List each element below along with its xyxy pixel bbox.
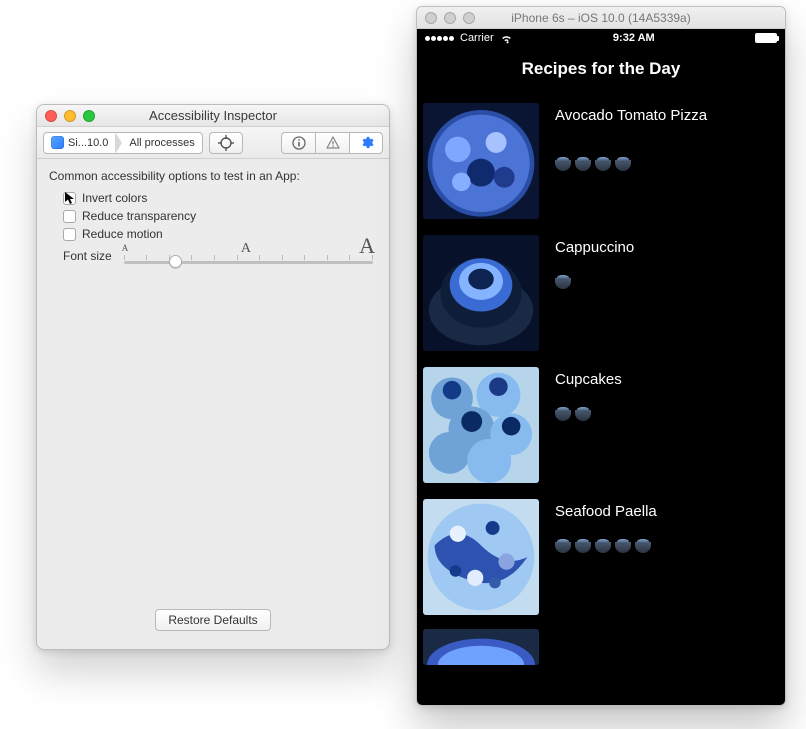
- bowl-icon: [555, 410, 571, 421]
- reduce-motion-checkbox[interactable]: [63, 228, 76, 241]
- audit-tab[interactable]: [315, 132, 349, 154]
- breadcrumb-simulator[interactable]: Si...10.0: [44, 133, 115, 153]
- reduce-motion-row[interactable]: Reduce motion: [63, 227, 377, 241]
- bowl-icon: [595, 160, 611, 171]
- restore-defaults-label: Restore Defaults: [168, 613, 257, 627]
- list-item[interactable]: Avocado Tomato Pizza: [423, 95, 779, 227]
- recipe-thumbnail: [423, 235, 539, 351]
- font-size-row: Font size A A A: [63, 247, 377, 264]
- warning-icon: [326, 136, 340, 150]
- gear-icon: [359, 135, 374, 150]
- recipe-title: Seafood Paella: [555, 503, 657, 520]
- simulator-window: iPhone 6s – iOS 10.0 (14A5339a) Carrier …: [416, 6, 786, 706]
- crosshair-icon: [218, 135, 234, 151]
- recipe-rating: [555, 278, 634, 289]
- simulator-frame: iPhone 6s – iOS 10.0 (14A5339a) Carrier …: [416, 6, 786, 706]
- carrier-label: Carrier: [460, 32, 494, 44]
- device-screen: Carrier 9:32 AM Recipes for the Day: [417, 29, 785, 705]
- recipe-title: Avocado Tomato Pizza: [555, 107, 707, 124]
- target-breadcrumb[interactable]: Si...10.0 All processes: [43, 132, 203, 154]
- recipe-thumbnail: [423, 103, 539, 219]
- traffic-lights[interactable]: [45, 110, 95, 122]
- close-button[interactable]: [45, 110, 57, 122]
- signal-icon: [425, 36, 454, 41]
- bowl-icon: [555, 542, 571, 553]
- bowl-icon: [595, 542, 611, 553]
- simulator-icon: [51, 136, 64, 149]
- slider-ticks: [124, 255, 373, 260]
- wifi-icon: [500, 32, 513, 45]
- list-item[interactable]: Cupcakes: [423, 359, 779, 491]
- bowl-icon: [555, 278, 571, 289]
- settings-tab[interactable]: [349, 132, 383, 154]
- simulator-window-title: iPhone 6s – iOS 10.0 (14A5339a): [417, 11, 785, 25]
- inspection-tab[interactable]: [281, 132, 315, 154]
- breadcrumb-simulator-label: Si...10.0: [68, 137, 108, 149]
- recipe-rating: [555, 160, 707, 171]
- reduce-motion-label: Reduce motion: [82, 227, 163, 241]
- recipe-list[interactable]: Avocado Tomato Pizza: [417, 95, 785, 705]
- recipe-title: Cupcakes: [555, 371, 622, 388]
- recipe-title: Cappuccino: [555, 239, 634, 256]
- list-item[interactable]: Seafood Paella: [423, 491, 779, 623]
- bowl-icon: [615, 160, 631, 171]
- accessibility-inspector-window: Accessibility Inspector Si...10.0 All pr…: [36, 104, 390, 650]
- breadcrumb-process[interactable]: All processes: [122, 133, 201, 153]
- font-size-slider[interactable]: A A A: [124, 247, 373, 264]
- status-time: 9:32 AM: [613, 32, 655, 44]
- slider-thumb[interactable]: [169, 255, 182, 268]
- reduce-transparency-row[interactable]: Reduce transparency: [63, 209, 377, 223]
- reduce-transparency-label: Reduce transparency: [82, 209, 196, 223]
- status-bar: Carrier 9:32 AM: [417, 29, 785, 47]
- invert-colors-row[interactable]: Invert colors: [63, 191, 377, 205]
- inspector-tab-group: [281, 132, 383, 154]
- inspector-toolbar: Si...10.0 All processes: [37, 127, 389, 159]
- settings-prompt: Common accessibility options to test in …: [49, 169, 377, 183]
- bowl-icon: [635, 542, 651, 553]
- restore-defaults-button[interactable]: Restore Defaults: [155, 609, 270, 631]
- recipe-thumbnail: [423, 499, 539, 615]
- bowl-icon: [615, 542, 631, 553]
- simulator-titlebar[interactable]: iPhone 6s – iOS 10.0 (14A5339a): [417, 7, 785, 29]
- font-size-small-icon: A: [122, 243, 129, 253]
- battery-icon: [755, 33, 777, 43]
- bowl-icon: [575, 410, 591, 421]
- invert-colors-label: Invert colors: [82, 191, 147, 205]
- recipe-thumbnail: [423, 629, 539, 665]
- settings-panel: Common accessibility options to test in …: [37, 159, 389, 649]
- zoom-button[interactable]: [83, 110, 95, 122]
- recipe-thumbnail: [423, 367, 539, 483]
- bowl-icon: [555, 160, 571, 171]
- list-item[interactable]: [423, 623, 779, 673]
- minimize-button[interactable]: [64, 110, 76, 122]
- settings-options: Invert colors Reduce transparency Reduce…: [63, 191, 377, 264]
- recipe-rating: [555, 542, 657, 553]
- list-item[interactable]: Cappuccino: [423, 227, 779, 359]
- breadcrumb-separator-icon: [115, 132, 122, 154]
- inspector-frame: Accessibility Inspector Si...10.0 All pr…: [36, 104, 390, 650]
- inspector-titlebar[interactable]: Accessibility Inspector: [37, 105, 389, 127]
- font-size-label: Font size: [63, 249, 112, 263]
- invert-colors-checkbox[interactable]: [63, 192, 76, 205]
- info-icon: [292, 136, 306, 150]
- bowl-icon: [575, 542, 591, 553]
- screen-title: Recipes for the Day: [417, 47, 785, 95]
- target-picker-button[interactable]: [209, 132, 243, 154]
- breadcrumb-process-label: All processes: [129, 137, 194, 149]
- reduce-transparency-checkbox[interactable]: [63, 210, 76, 223]
- slider-track: [124, 261, 373, 264]
- recipe-rating: [555, 410, 622, 421]
- bowl-icon: [575, 160, 591, 171]
